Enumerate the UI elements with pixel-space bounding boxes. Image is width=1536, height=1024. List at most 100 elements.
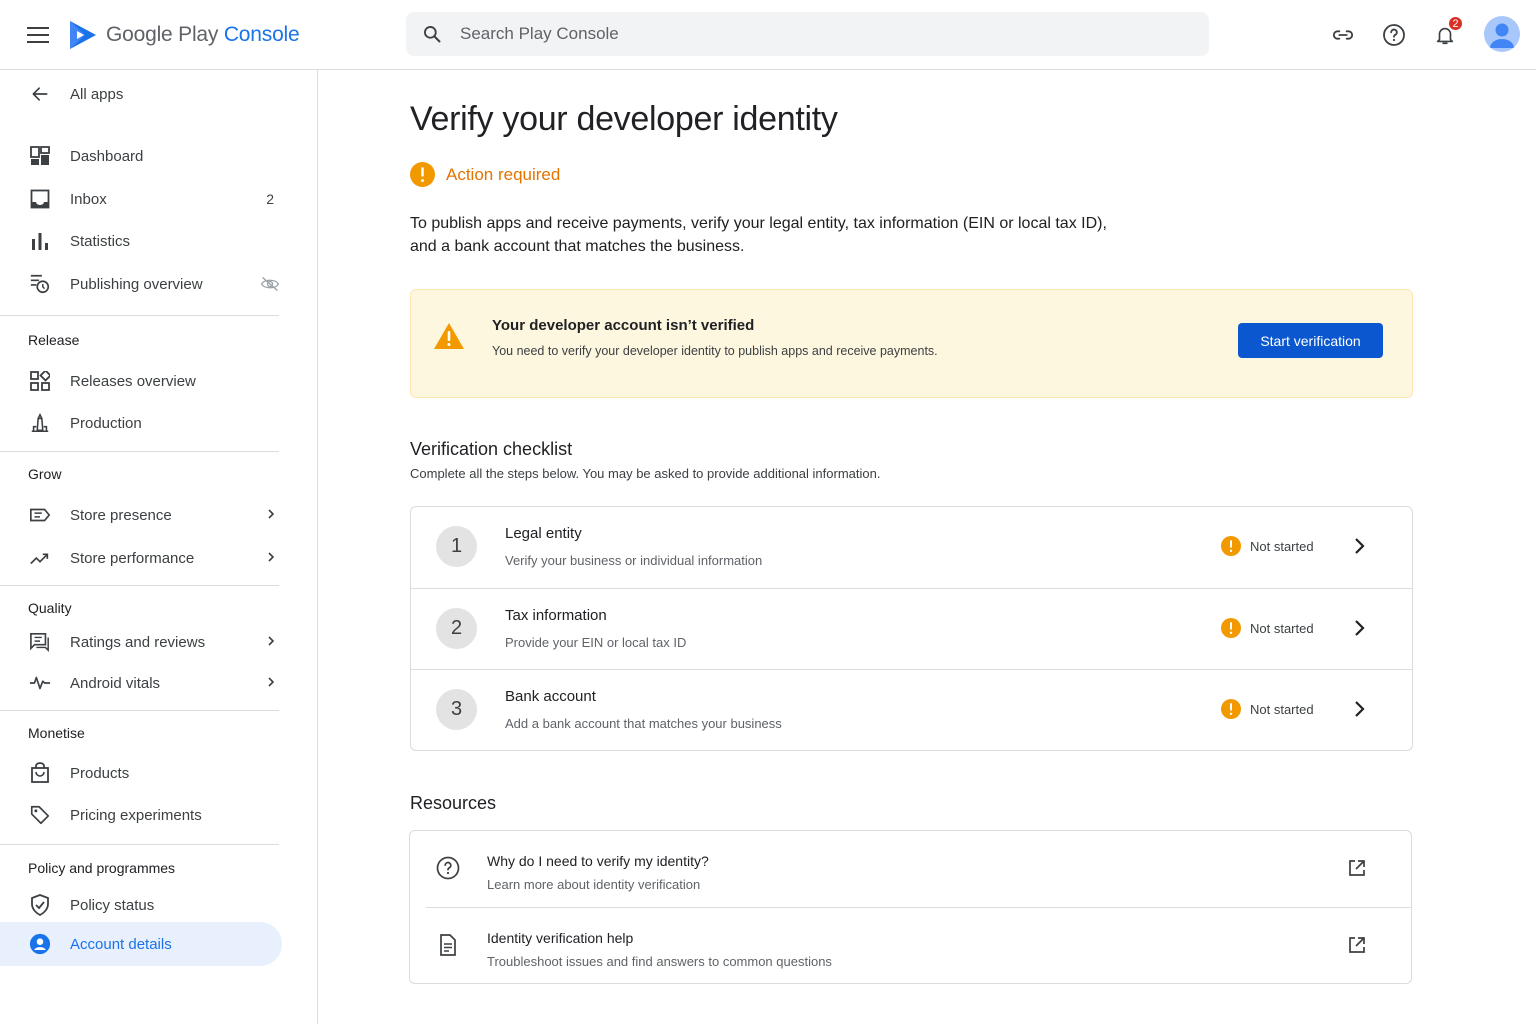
sidebar-item-publishing-overview[interactable]: Publishing overview [0,263,282,305]
main-content: Verify your developer identity Action re… [318,70,1536,1024]
help-icon[interactable] [1376,17,1412,53]
dashboard-icon [28,144,52,168]
open-in-new-icon [1348,936,1366,959]
sidebar-item-label: Store presence [70,506,172,524]
sidebar-item-statistics[interactable]: Statistics [0,220,282,262]
sidebar-divider [0,315,279,316]
lighthouse-icon [28,411,52,435]
step-title: Legal entity [505,525,582,542]
sidebar-item-account-details[interactable]: Account details [0,922,282,966]
search-bar[interactable] [406,12,1209,56]
logo-accent: Console [223,23,300,46]
resource-link-why-verify[interactable]: Why do I need to verify my identity? Lea… [410,831,1411,907]
sidebar-item-pricing-experiments[interactable]: Pricing experiments [0,794,282,836]
status-badge: Action required [410,162,560,187]
intro-text: To publish apps and receive payments, ve… [410,212,1130,258]
sidebar-item-label: Inbox [70,190,107,208]
sidebar-item-label: Production [70,414,142,432]
sidebar-item-label: Android vitals [70,674,161,692]
chevron-right-icon [1351,697,1367,726]
step-number: 1 [436,526,477,567]
grid-icon [28,369,52,393]
resource-link-verification-help[interactable]: Identity verification help Troubleshoot … [410,908,1411,984]
shield-check-icon [28,893,52,917]
chevron-right-icon [266,634,276,650]
section-title-monetise: Monetise [28,725,85,741]
all-apps-link[interactable]: All apps [0,73,282,115]
warning-triangle-icon [433,322,465,355]
checklist-step-bank-account[interactable]: 3 Bank account Add a bank account that m… [411,669,1412,750]
start-verification-button[interactable]: Start verification [1238,323,1383,358]
resource-title: Identity verification help [487,930,634,946]
status-text: Action required [446,164,561,184]
chevron-right-icon [1351,534,1367,563]
verification-warning-banner: Your developer account isn’t verified Yo… [410,289,1413,398]
price-tag-icon [28,803,52,827]
avatar[interactable] [1484,16,1520,52]
sidebar-item-releases-overview[interactable]: Releases overview [0,360,282,402]
sidebar-item-label: Dashboard [70,147,144,165]
sidebar-item-ratings-and-reviews[interactable]: Ratings and reviews [0,621,282,663]
chevron-right-icon [266,507,276,523]
checklist-subtitle: Complete all the steps below. You may be… [410,466,881,481]
sidebar-item-products[interactable]: Products [0,752,282,794]
warning-circle-icon [1221,699,1241,719]
account-avatar-icon [1490,23,1514,48]
section-title-policy: Policy and programmes [28,860,176,876]
notification-badge: 2 [1447,15,1464,32]
trending-up-icon [28,546,52,570]
sidebar-item-label: Policy status [70,896,155,914]
warning-circle-icon [1221,536,1241,556]
section-title-grow: Grow [28,466,62,482]
visibility-off-icon[interactable] [260,275,280,296]
sidebar-item-policy-status[interactable]: Policy status [0,884,282,926]
menu-icon[interactable] [22,19,54,51]
section-title-release: Release [28,332,80,348]
sidebar-nav: All apps Dashboard Inbox 2 Statistics Pu… [0,70,318,1024]
sidebar-item-dashboard[interactable]: Dashboard [0,135,282,177]
reviews-icon [28,630,52,654]
all-apps-label: All apps [70,85,124,103]
checklist-step-tax-information[interactable]: 2 Tax information Provide your EIN or lo… [411,588,1412,669]
help-circle-icon [436,856,460,885]
notifications-bell-icon[interactable]: 2 [1427,15,1464,53]
sidebar-item-inbox[interactable]: Inbox 2 [0,178,282,220]
intro-line-1: To publish apps and receive payments, ve… [410,215,1107,232]
sidebar-item-store-performance[interactable]: Store performance [0,537,282,579]
publishing-icon [28,272,52,296]
search-input[interactable] [460,24,1160,44]
sidebar-item-label: Ratings and reviews [70,633,206,651]
shopping-bag-icon [28,761,52,785]
top-app-bar: Google Play Console 2 [0,0,1536,70]
bar-chart-icon [28,229,52,253]
sidebar-item-label: Products [70,764,130,782]
link-icon[interactable] [1325,17,1361,53]
sidebar-divider [0,585,279,586]
sidebar-item-label: Store performance [70,549,195,567]
label-tag-icon [28,503,52,527]
step-status-text: Not started [1250,620,1314,636]
sidebar-item-store-presence[interactable]: Store presence [0,494,282,536]
logo-word: Google Play [106,23,219,46]
step-subtitle: Add a bank account that matches your bus… [505,716,782,731]
sidebar-item-label: Releases overview [70,372,196,390]
sidebar-item-label: Publishing overview [70,275,203,293]
warning-subtitle: You need to verify your developer identi… [492,344,938,358]
chevron-right-icon [1351,616,1367,645]
step-title: Bank account [505,688,596,705]
sidebar-item-android-vitals[interactable]: Android vitals [0,662,282,704]
sidebar-item-label: Pricing experiments [70,806,202,824]
inbox-icon [28,187,52,211]
step-number: 2 [436,608,477,649]
resource-title: Why do I need to verify my identity? [487,853,709,869]
step-subtitle: Provide your EIN or local tax ID [505,635,687,650]
account-circle-icon [28,932,52,956]
play-console-logo[interactable]: Google Play Console [68,18,300,52]
status-badge: Not started [1221,618,1314,638]
checklist-heading: Verification checklist [410,439,573,459]
warning-title: Your developer account isn’t verified [492,317,755,334]
checklist-step-legal-entity[interactable]: 1 Legal entity Verify your business or i… [411,507,1412,588]
sidebar-item-production[interactable]: Production [0,402,282,444]
page-title: Verify your developer identity [410,100,838,138]
section-title-quality: Quality [28,600,72,616]
